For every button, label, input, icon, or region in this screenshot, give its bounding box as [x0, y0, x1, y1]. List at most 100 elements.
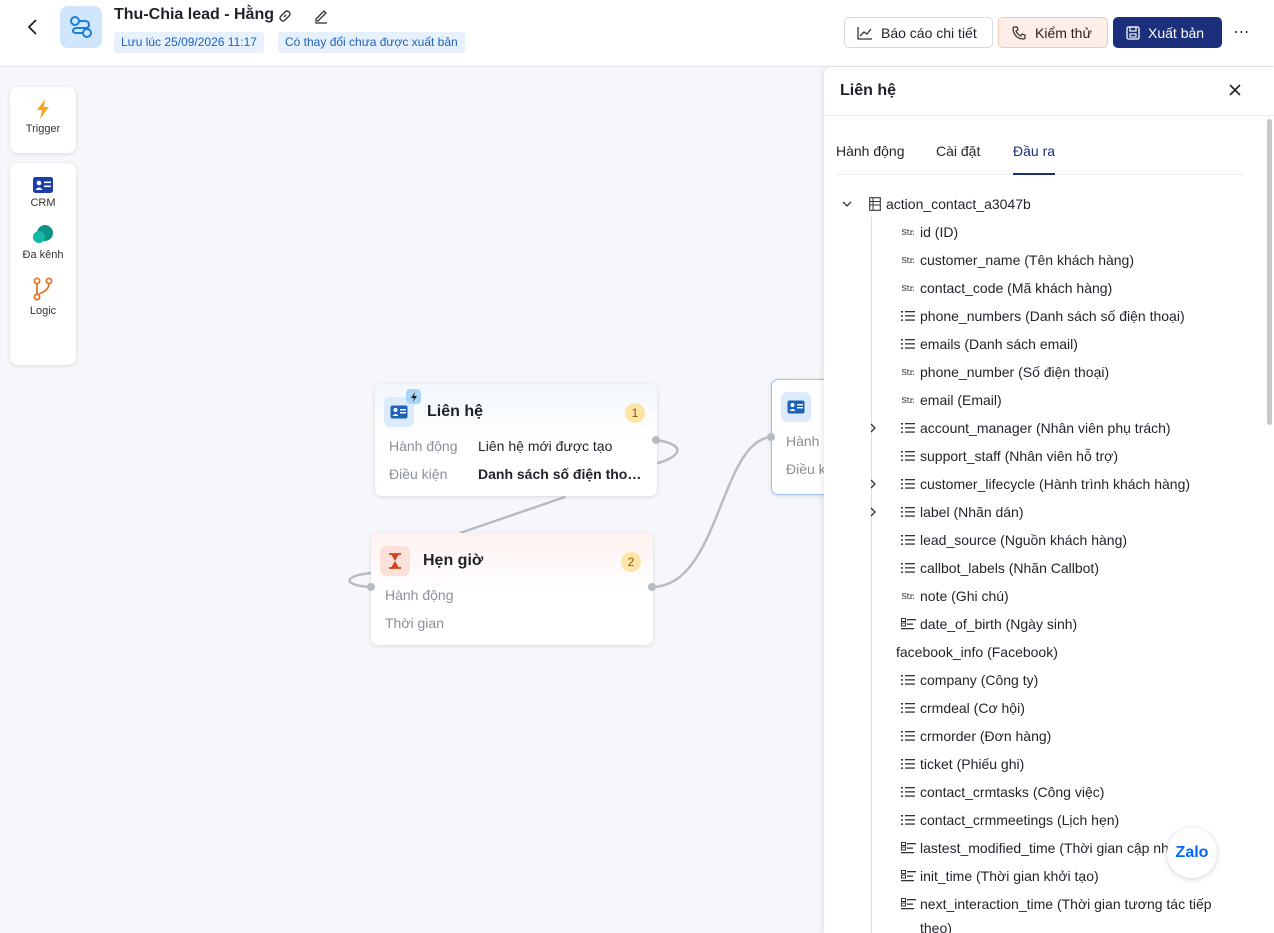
- list-icon: [900, 333, 916, 355]
- tree-item-label: account_manager (Nhân viên phụ trách): [920, 420, 1171, 436]
- tree-item-label: contact_crmmeetings (Lịch hẹn): [920, 812, 1120, 828]
- list-icon: [900, 697, 916, 719]
- tree-item-label: email (Email): [920, 392, 1002, 408]
- saved-time-chip: Lưu lúc 25/09/2026 11:17: [114, 32, 264, 53]
- chevron-right-icon[interactable]: [868, 501, 878, 523]
- palette-crm[interactable]: CRM: [10, 163, 76, 209]
- contact-condition-value: Danh sách số điện thoại ...: [478, 466, 648, 482]
- panel-tabs: Hành động Cài đặt Đầu ra: [836, 141, 1244, 175]
- tab-action[interactable]: Hành động: [836, 143, 905, 175]
- detailed-report-button[interactable]: Báo cáo chi tiết: [844, 17, 993, 48]
- palette-trigger-label: Trigger: [25, 123, 61, 135]
- palette-logic-label: Logic: [29, 305, 57, 317]
- str-icon: Str.: [901, 227, 915, 237]
- next-node-input-port[interactable]: [767, 433, 775, 441]
- palette-actions-group: CRM Đa kênh Logic: [10, 163, 76, 365]
- contact-node[interactable]: Liên hệ 1 Hành động Liên hệ mới được tạo…: [375, 384, 660, 496]
- list-icon: [900, 417, 916, 439]
- timer-node-title: Hẹn giờ: [423, 552, 484, 569]
- next-node-condition-label: Điều k: [786, 461, 826, 477]
- tree-item-label: lead_source (Nguồn khách hàng): [920, 532, 1128, 548]
- timer-input-port[interactable]: [367, 583, 375, 591]
- contact-output-port[interactable]: [652, 436, 660, 444]
- tab-settings[interactable]: Cài đặt: [936, 143, 980, 175]
- tree-item-label: label (Nhãn dán): [920, 504, 1024, 520]
- tree-item-label: contact_code (Mã khách hàng): [920, 280, 1113, 296]
- panel-scrollbar[interactable]: [1267, 119, 1272, 425]
- tree-item-label: crmdeal (Cơ hội): [920, 700, 1025, 716]
- str-icon: Str.: [901, 367, 915, 377]
- palette-logic[interactable]: Logic: [10, 261, 76, 317]
- close-icon[interactable]: [1226, 81, 1244, 99]
- tree-item-label: id (ID): [920, 224, 959, 240]
- back-arrow-icon[interactable]: [22, 16, 44, 38]
- zalo-chat-button[interactable]: Zalo: [1167, 828, 1217, 878]
- tree-item-label: customer_lifecycle (Hành trình khách hàn…: [920, 476, 1191, 492]
- palette-trigger[interactable]: Trigger: [10, 87, 76, 135]
- list-icon: [900, 305, 916, 327]
- link-icon[interactable]: [276, 7, 294, 25]
- publish-button[interactable]: Xuất bản: [1113, 17, 1222, 48]
- tree-item-label: lastest_modified_time (Thời gian cập nh: [920, 840, 1169, 856]
- chevron-right-icon[interactable]: [868, 417, 878, 439]
- test-label: Kiểm thử: [1035, 24, 1092, 41]
- tree-item-label: customer_name (Tên khách hàng): [920, 252, 1134, 268]
- list-icon: [900, 501, 916, 523]
- node-detail-panel: Liên hệ Hành động Cài đặt Đầu ra action_…: [824, 67, 1274, 933]
- more-options-icon[interactable]: ⋯: [1232, 22, 1252, 42]
- top-header: Thu-Chia lead - Hằng Lưu lúc 25/09/2026 …: [0, 0, 1274, 67]
- publish-label: Xuất bản: [1148, 24, 1205, 41]
- datetime-icon: [900, 837, 916, 859]
- list-icon: [900, 753, 916, 775]
- contact-card-icon: [781, 392, 811, 422]
- hourglass-icon: [380, 546, 410, 576]
- list-icon: [900, 529, 916, 551]
- datetime-icon: [900, 865, 916, 887]
- contact-action-value: Liên hệ mới được tạo: [478, 438, 613, 454]
- unpublished-changes-chip: Có thay đổi chưa được xuất bản: [278, 32, 465, 53]
- tree-item-label: emails (Danh sách email): [920, 336, 1078, 352]
- tree-item-label: phone_numbers (Danh sách số điện thoại): [920, 308, 1185, 324]
- timer-node-step-badge: 2: [621, 552, 641, 572]
- chevron-right-icon[interactable]: [868, 473, 878, 495]
- tree-item-label: init_time (Thời gian khởi tạo): [920, 868, 1099, 884]
- datetime-icon: [900, 613, 916, 635]
- edit-pencil-icon[interactable]: [312, 7, 330, 25]
- str-icon: Str.: [901, 283, 915, 293]
- palette-multichannel[interactable]: Đa kênh: [10, 209, 76, 261]
- contact-node-title: Liên hệ: [427, 403, 484, 420]
- str-icon: Str.: [901, 395, 915, 405]
- tree-item-label: crmorder (Đơn hàng): [920, 728, 1052, 744]
- datetime-icon: [900, 893, 916, 915]
- tree-root-row[interactable]: action_contact_a3047b: [838, 193, 1031, 215]
- tab-output[interactable]: Đầu ra: [1013, 143, 1056, 175]
- palette-crm-label: CRM: [30, 197, 56, 209]
- branch-icon: [33, 277, 53, 301]
- timer-node[interactable]: Hẹn giờ 2 Hành động Thời gian: [367, 533, 656, 645]
- table-icon: [864, 197, 886, 211]
- palette-trigger-group: Trigger: [10, 87, 76, 153]
- test-button[interactable]: Kiểm thử: [998, 17, 1108, 48]
- tree-item-label: company (Công ty): [920, 672, 1039, 688]
- crm-card-icon: [33, 177, 53, 193]
- list-icon: [900, 473, 916, 495]
- tree-item-label: support_staff (Nhân viên hỗ trợ): [920, 448, 1119, 464]
- tree-item-label: next_interaction_time (Thời gian tương t…: [920, 896, 1212, 912]
- lightning-icon: [37, 99, 49, 119]
- tree-item-label: note (Ghi chú): [920, 588, 1009, 604]
- phone-icon: [1012, 25, 1026, 40]
- panel-title: Liên hệ: [840, 82, 897, 99]
- timer-output-port[interactable]: [648, 583, 656, 591]
- detailed-report-label: Báo cáo chi tiết: [881, 24, 977, 41]
- tree-guide-line: [871, 217, 872, 933]
- chat-bubbles-icon: [33, 225, 53, 243]
- timer-time-label: Thời gian: [385, 615, 444, 631]
- chevron-down-icon[interactable]: [838, 201, 856, 207]
- list-icon: [900, 809, 916, 831]
- str-icon: Str.: [901, 255, 915, 265]
- tree-item-label: date_of_birth (Ngày sinh): [920, 616, 1078, 632]
- tree-item-label: phone_number (Số điện thoại): [920, 364, 1110, 380]
- list-icon: [900, 669, 916, 691]
- tree-item-label: theo): [920, 920, 952, 933]
- list-icon: [900, 781, 916, 803]
